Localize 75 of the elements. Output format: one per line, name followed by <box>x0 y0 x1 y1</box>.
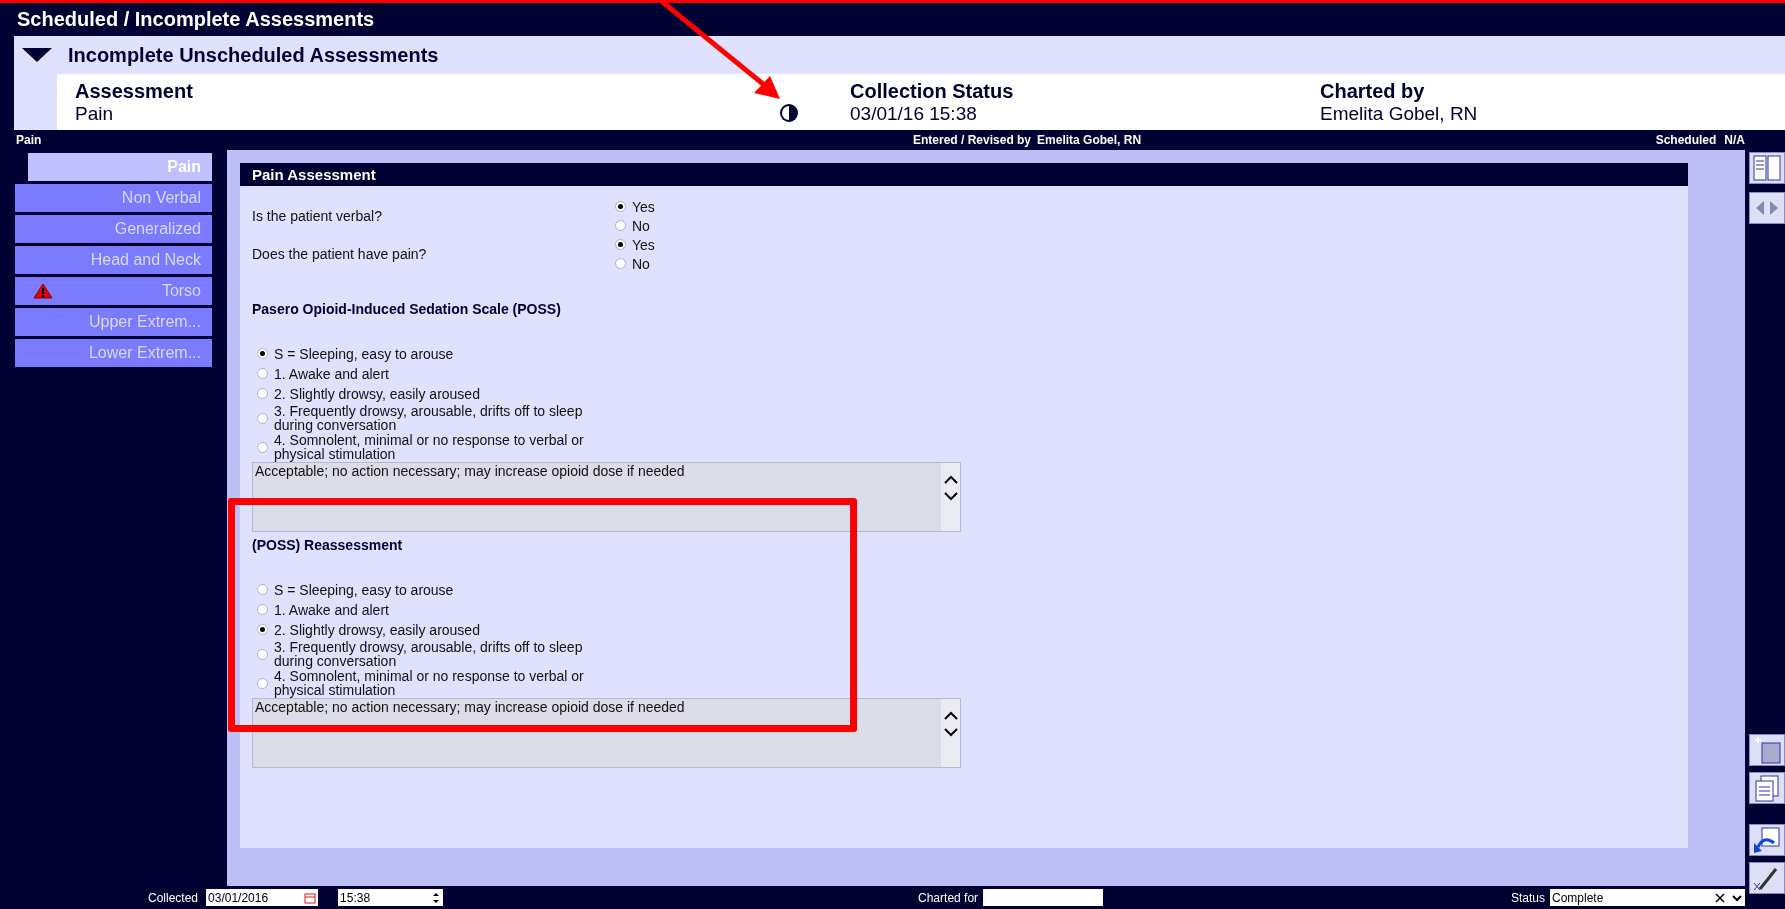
option-label: No <box>632 255 650 272</box>
question-label: Is the patient verbal? <box>252 206 382 226</box>
time-value: 15:38 <box>340 889 371 907</box>
radio-button[interactable] <box>257 584 268 595</box>
sidebar-tab[interactable]: Pain <box>28 153 212 181</box>
scale-title: (POSS) Reassessment <box>252 536 404 555</box>
calendar-icon[interactable] <box>304 891 317 904</box>
radio-button[interactable] <box>257 624 268 635</box>
radio-button[interactable] <box>257 648 268 660</box>
sidebar-tab[interactable]: Head and Neck <box>15 246 212 274</box>
option-label: 3. Frequently drowsy, arousable, drifts off to sleep during conversation <box>274 404 584 432</box>
option-label: 1. Awake and alert <box>274 366 390 381</box>
radio-button[interactable] <box>257 368 268 379</box>
column-value: 03/01/16 15:38 <box>850 102 978 125</box>
column-header: Assessment <box>75 79 194 103</box>
scheduled-value: N/A <box>1724 132 1745 149</box>
collected-label: Collected <box>148 889 199 907</box>
radio-button[interactable] <box>257 441 268 453</box>
sidebar-tab[interactable]: Non Verbal <box>15 184 212 212</box>
option-label: 3. Frequently drowsy, arousable, drifts off to sleep during conversation <box>274 640 584 668</box>
entered-by: Emelita Gobel, RN <box>1037 132 1142 149</box>
option-label: 2. Slightly drowsy, easily aroused <box>274 386 481 401</box>
collapse-triangle-icon[interactable] <box>22 47 52 63</box>
status-value: Complete <box>1552 889 1604 907</box>
columns-icon <box>1752 153 1782 183</box>
radio-button[interactable] <box>257 604 268 615</box>
documents-icon <box>1752 773 1782 803</box>
time-field[interactable]: 15:38 <box>338 889 444 906</box>
column-header: Collection Status <box>850 79 1015 103</box>
radio-button[interactable] <box>257 348 268 359</box>
window-title: Scheduled / Incomplete Assessments <box>16 7 376 32</box>
radio-button[interactable] <box>257 412 268 424</box>
option-label: 4. Somnolent, minimal or no response to verbal or physical stimulation <box>274 433 585 461</box>
sidebar-tab[interactable]: Upper Extrem... <box>15 308 212 336</box>
option-label: 1. Awake and alert <box>274 602 390 617</box>
radio-button[interactable] <box>615 201 626 212</box>
charted-for-label: Charted for <box>918 889 979 907</box>
option-label: No <box>632 217 650 234</box>
sidebar-tab[interactable]: Lower Extrem... <box>15 339 212 367</box>
spinner-icon[interactable] <box>431 890 442 905</box>
undo-icon <box>1752 825 1782 855</box>
option-label: S = Sleeping, easy to arouse <box>274 346 455 361</box>
status-dropdown[interactable]: Complete <box>1550 889 1745 906</box>
scheduled-label: Scheduled <box>1655 132 1717 149</box>
caret-icon[interactable] <box>1731 892 1743 903</box>
option-label: S = Sleeping, easy to arouse <box>274 582 455 597</box>
entered-label: Entered / Revised by <box>913 132 1032 149</box>
section-title: Incomplete Unscheduled Assessments <box>68 43 439 68</box>
option-label: 4. Somnolent, minimal or no response to verbal or physical stimulation <box>274 669 585 697</box>
column-value: Pain <box>75 102 115 125</box>
radio-button[interactable] <box>257 677 268 689</box>
radio-button[interactable] <box>257 388 268 399</box>
column-value: Emelita Gobel, RN <box>1320 102 1478 125</box>
clear-icon[interactable] <box>1715 892 1725 903</box>
radio-button[interactable] <box>615 258 626 269</box>
radio-button[interactable] <box>615 220 626 231</box>
half-circle-icon <box>777 103 801 123</box>
scale-title: Pasero Opioid-Induced Sedation Scale (POSS) <box>252 300 562 319</box>
date-value: 03/01/2016 <box>208 889 269 907</box>
column-header: Charted by <box>1320 79 1426 103</box>
question-label: Does the patient have pain? <box>252 244 427 264</box>
toolbar-button[interactable] <box>1749 824 1785 856</box>
toolbar-button[interactable] <box>1749 862 1785 894</box>
status-label: Status <box>1510 889 1545 907</box>
form-header: Pain Assessment <box>240 163 1688 186</box>
sidebar-tab[interactable]: Generalized <box>15 215 212 243</box>
radio-button[interactable] <box>615 239 626 250</box>
option-label: Yes <box>632 236 655 253</box>
add-list-icon <box>1752 735 1782 765</box>
option-label: Yes <box>632 198 655 215</box>
sidebar-tab[interactable]: Torso <box>15 277 212 305</box>
charted-for-field[interactable] <box>983 889 1104 906</box>
option-label: 2. Slightly drowsy, easily aroused <box>274 622 481 637</box>
info-title: Pain <box>15 132 43 149</box>
date-field[interactable]: 03/01/2016 <box>206 889 319 906</box>
